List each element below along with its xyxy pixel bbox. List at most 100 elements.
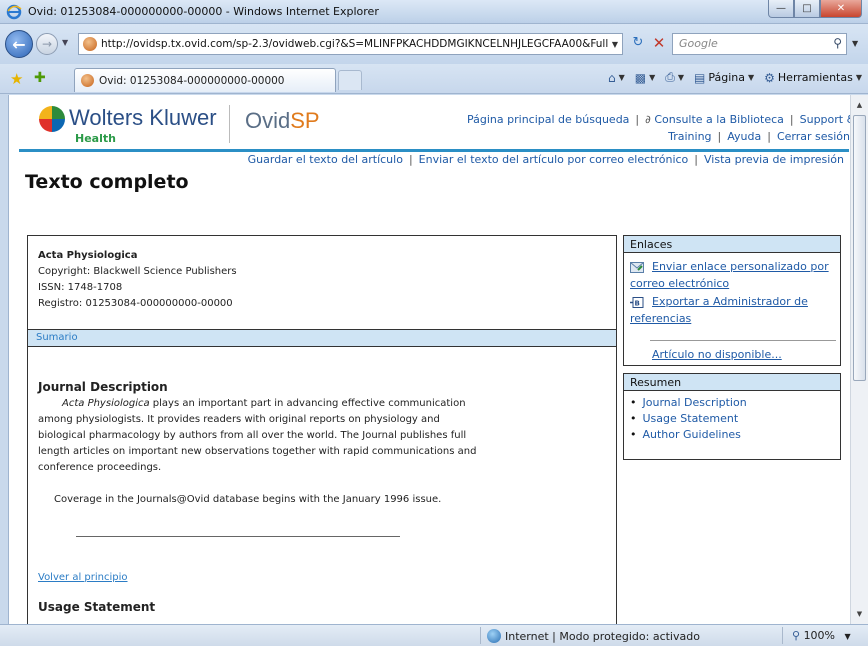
back-button[interactable]: ← — [5, 30, 33, 58]
search-input[interactable]: Google ⚲ — [672, 33, 847, 55]
tab-favicon-icon — [81, 74, 94, 87]
brand-subtitle: Health — [75, 132, 116, 145]
summary-item-journal-description[interactable]: Journal Description — [630, 395, 840, 411]
site-favicon-icon — [83, 37, 97, 51]
page-menu-label: Página — [708, 71, 745, 84]
separator: | — [717, 130, 722, 143]
tools-menu[interactable]: ⚙ Herramientas ▼ — [764, 71, 862, 85]
address-bar[interactable]: http://ovidsp.tx.ovid.com/sp-2.3/ovidweb… — [78, 33, 623, 55]
summary-item-usage-statement[interactable]: Usage Statement — [630, 411, 840, 427]
zoom-control[interactable]: ⚲ 100% ▼ — [792, 629, 851, 642]
summary-bar: Sumario — [28, 329, 616, 347]
chevron-down-icon: ▼ — [747, 73, 755, 82]
zoom-icon: ⚲ — [792, 629, 801, 642]
close-button[interactable]: ✕ — [820, 0, 862, 18]
gear-icon: ⚙ — [764, 70, 775, 85]
copyright: Copyright: Blackwell Science Publishers — [38, 266, 237, 277]
search-icon[interactable]: ⚲ — [833, 36, 842, 50]
scrollbar-thumb[interactable] — [853, 115, 866, 381]
security-zone[interactable]: Internet | Modo protegido: activado — [487, 629, 700, 643]
article-box: Acta Physiologica Copyright: Blackwell S… — [27, 235, 617, 624]
links-panel: Enlaces Enviar enlace personalizado por … — [623, 235, 841, 366]
feeds-button[interactable]: ▩ ▼ — [635, 71, 656, 85]
scroll-up-icon[interactable]: ▲ — [851, 97, 868, 113]
tab-bar: ★ ✚ Ovid: 01253084-000000000-00000 ⌂ ▼ ▩ ▼… — [0, 64, 868, 94]
page-viewport: Wolters Kluwer Health OvidSP Página prin… — [8, 95, 850, 624]
title-bar: Ovid: 01253084-000000000-00000 - Windows… — [0, 0, 868, 24]
address-url[interactable]: http://ovidsp.tx.ovid.com/sp-2.3/ovidweb… — [101, 38, 608, 50]
ovidsp-logo[interactable]: OvidSP — [245, 108, 320, 134]
print-icon: ⎙ — [665, 70, 675, 84]
panel-divider — [650, 340, 836, 341]
article-actions: Guardar el texto del artículo | Enviar el … — [248, 153, 844, 166]
product-name: Ovid — [245, 108, 291, 133]
chevron-down-icon: ▼ — [649, 73, 656, 82]
export-references-label: Exportar a Administrador de referencias — [630, 295, 808, 325]
address-dropdown-icon[interactable]: ▼ — [608, 40, 622, 49]
maximize-button[interactable]: □ — [794, 0, 820, 18]
zoom-level: 100% — [803, 629, 836, 642]
vertical-scrollbar[interactable]: ▲ ▼ — [850, 95, 868, 624]
save-article-link[interactable]: Guardar el texto del artículo — [248, 153, 403, 166]
support-link[interactable]: Support & — [800, 113, 850, 126]
export-references-button[interactable]: B Exportar a Administrador de referencia… — [630, 293, 836, 327]
new-tab-button[interactable] — [338, 70, 362, 90]
journal-description-heading: Journal Description — [38, 380, 168, 394]
back-to-top-link[interactable]: Volver al principio — [38, 572, 128, 583]
home-icon: ⌂ — [607, 70, 616, 85]
print-button[interactable]: ⎙ ▼ — [665, 70, 684, 85]
stop-icon[interactable]: ✕ — [650, 34, 668, 52]
recent-pages-dropdown-icon[interactable]: ▼ — [62, 38, 68, 47]
favorites-star-icon[interactable]: ★ — [10, 70, 23, 88]
email-link-button[interactable]: Enviar enlace personalizado por correo e… — [630, 258, 836, 292]
page-icon: ▤ — [694, 70, 706, 85]
status-separator — [782, 627, 783, 644]
tab-label: Ovid: 01253084-000000000-00000 — [99, 74, 285, 87]
journal-description-text: Acta Physiologica plays an important par… — [38, 396, 478, 476]
search-options-dropdown-icon[interactable]: ▼ — [852, 39, 858, 48]
search-placeholder: Google — [679, 37, 718, 50]
article-metadata: Acta Physiologica Copyright: Blackwell S… — [38, 248, 237, 312]
record-id: Registro: 01253084-000000000-00000 — [38, 298, 233, 309]
window-controls: — □ ✕ — [768, 0, 862, 20]
training-link[interactable]: Training — [668, 130, 711, 143]
library-icon: ∂ — [645, 113, 651, 126]
journal-description-body: plays an important part in advancing eff… — [38, 398, 477, 473]
links-panel-title: Enlaces — [624, 236, 840, 253]
separator: | — [694, 153, 698, 166]
wolters-kluwer-globe-icon — [39, 106, 65, 132]
email-article-link[interactable]: Enviar el texto del artículo por correo … — [419, 153, 689, 166]
journal-name-italic: Acta Physiologica — [62, 398, 150, 409]
security-zone-label: Internet | Modo protegido: activado — [505, 629, 700, 643]
logout-link[interactable]: Cerrar sesión — [777, 130, 850, 143]
coverage-note: Coverage in the Journals@Ovid database b… — [54, 494, 442, 505]
library-link[interactable]: Consulte a la Biblioteca — [654, 113, 784, 126]
summary-panel: Resumen Journal Description Usage Statem… — [623, 373, 841, 460]
separator: | — [789, 113, 794, 126]
status-separator — [480, 627, 481, 644]
internet-globe-icon — [487, 629, 501, 643]
print-preview-link[interactable]: Vista previa de impresión — [704, 153, 844, 166]
brand-name: Wolters Kluwer — [69, 105, 217, 130]
home-button[interactable]: ⌂ ▼ — [608, 71, 625, 85]
chevron-down-icon: ▼ — [855, 73, 862, 82]
status-bar: Internet | Modo protegido: activado ⚲ 10… — [0, 624, 868, 646]
refresh-icon[interactable]: ↻ — [628, 35, 648, 53]
minimize-button[interactable]: — — [768, 0, 794, 18]
search-home-link[interactable]: Página principal de búsqueda — [467, 113, 629, 126]
usage-statement-heading: Usage Statement — [38, 600, 156, 614]
help-link[interactable]: Ayuda — [727, 130, 761, 143]
add-favorites-icon[interactable]: ✚ — [34, 70, 46, 86]
page-menu[interactable]: ▤ Página ▼ — [694, 71, 754, 85]
forward-button[interactable]: → — [36, 33, 58, 55]
issn: ISSN: 1748-1708 — [38, 282, 123, 293]
chevron-down-icon: ▼ — [618, 73, 625, 82]
tab-ovid[interactable]: Ovid: 01253084-000000000-00000 — [74, 68, 336, 92]
logo-divider — [229, 105, 230, 143]
tools-menu-label: Herramientas — [777, 71, 853, 84]
command-bar: ⌂ ▼ ▩ ▼ ⎙ ▼ ▤ Página ▼ ⚙ Herramientas ▼ — [608, 70, 862, 85]
scroll-down-icon[interactable]: ▼ — [851, 606, 868, 622]
summary-item-author-guidelines[interactable]: Author Guidelines — [630, 427, 840, 443]
window-title: Ovid: 01253084-000000000-00000 - Windows… — [28, 5, 379, 18]
article-unavailable-link[interactable]: Artículo no disponible... — [652, 348, 782, 361]
